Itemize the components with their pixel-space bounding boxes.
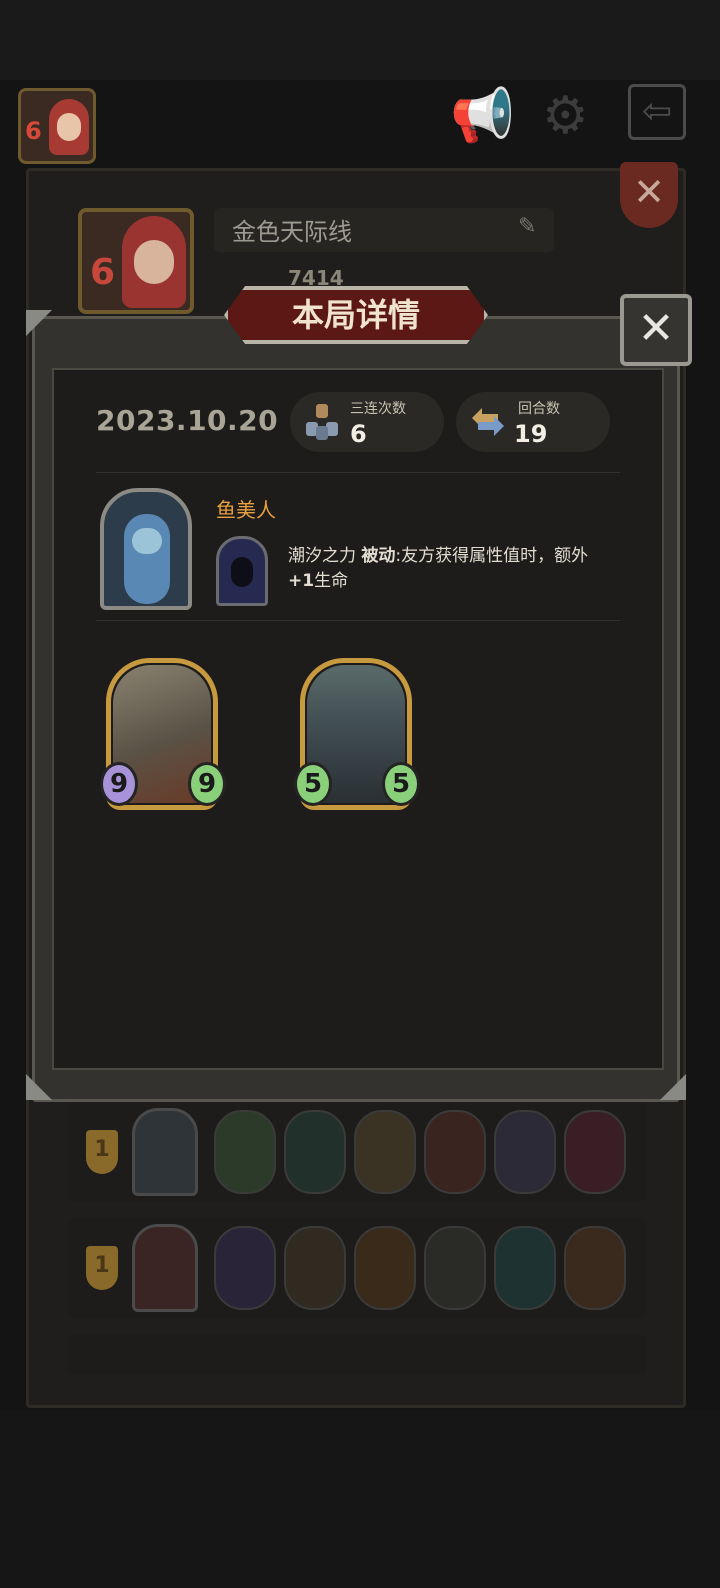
hero-thumbnail <box>132 1224 198 1312</box>
health-value: 5 <box>382 762 420 806</box>
profile-avatar[interactable]: 6 <box>78 208 194 314</box>
minion-thumbnail <box>214 1110 276 1194</box>
power-tail: 生命 <box>314 571 349 591</box>
minion-card[interactable]: 5 5 <box>294 658 420 814</box>
megaphone-icon[interactable]: 📢 <box>450 90 515 142</box>
divider <box>96 620 620 621</box>
profile-close-icon[interactable]: ✕ <box>620 162 678 228</box>
avatar-portrait <box>49 99 89 155</box>
minion-thumbnail <box>424 1226 486 1310</box>
turns-label: 回合数 <box>518 401 560 417</box>
edit-pencil-icon[interactable]: ✎ <box>518 214 536 239</box>
hero-portrait[interactable] <box>100 488 192 610</box>
match-history-row[interactable] <box>68 1334 646 1374</box>
triples-value: 6 <box>350 420 367 448</box>
player-avatar-button[interactable]: 6 <box>18 88 96 164</box>
profile-portrait <box>122 216 186 308</box>
hero-power-icon[interactable] <box>216 536 268 606</box>
rank-badge: 1 <box>86 1130 118 1174</box>
minion-thumbnail <box>284 1226 346 1310</box>
gear-icon[interactable]: ⚙ <box>542 90 589 142</box>
minion-card[interactable]: 9 9 <box>100 658 226 814</box>
exit-icon[interactable]: ⇦ <box>628 84 686 140</box>
minion-thumbnail <box>494 1110 556 1194</box>
power-text: :友方获得属性值时，额外 <box>395 546 589 566</box>
profile-level: 6 <box>90 252 116 293</box>
triples-label: 三连次数 <box>350 401 406 417</box>
minion-thumbnail <box>354 1110 416 1194</box>
hero-name: 鱼美人 <box>216 498 276 522</box>
attack-value: 9 <box>100 762 138 806</box>
triples-stat: 三连次数 6 <box>290 392 444 452</box>
background-floor <box>0 1410 720 1588</box>
player-name: 金色天际线 <box>232 218 352 246</box>
turns-value: 19 <box>514 420 548 448</box>
health-value: 9 <box>188 762 226 806</box>
rank-badge: 1 <box>86 1246 118 1290</box>
status-bar-area <box>0 0 720 80</box>
hero-power-description: 潮汐之力 被动:友方获得属性值时，额外 +1生命 <box>288 544 648 594</box>
minion-thumbnail <box>284 1110 346 1194</box>
turns-stat: 回合数 19 <box>456 392 610 452</box>
match-history-row[interactable]: 1 <box>68 1102 646 1202</box>
minion-thumbnail <box>494 1226 556 1310</box>
avatar-level: 6 <box>25 117 42 145</box>
minion-thumbnail <box>354 1226 416 1310</box>
match-history-row[interactable]: 1 <box>68 1218 646 1318</box>
hero-face <box>132 528 162 554</box>
minion-thumbnail <box>564 1226 626 1310</box>
hero-thumbnail <box>132 1108 198 1196</box>
match-date: 2023.10.20 <box>96 404 279 437</box>
divider <box>96 472 620 473</box>
turns-icon <box>472 408 504 436</box>
minion-thumbnail <box>564 1110 626 1194</box>
minion-thumbnail <box>214 1226 276 1310</box>
power-bonus: +1 <box>288 571 315 591</box>
minion-thumbnail <box>424 1110 486 1194</box>
power-type: 被动 <box>361 546 396 566</box>
power-name: 潮汐之力 <box>288 546 356 566</box>
close-icon[interactable]: ✕ <box>620 294 692 366</box>
triple-icon <box>306 404 338 440</box>
attack-value: 5 <box>294 762 332 806</box>
modal-title: 本局详情 <box>291 296 420 334</box>
